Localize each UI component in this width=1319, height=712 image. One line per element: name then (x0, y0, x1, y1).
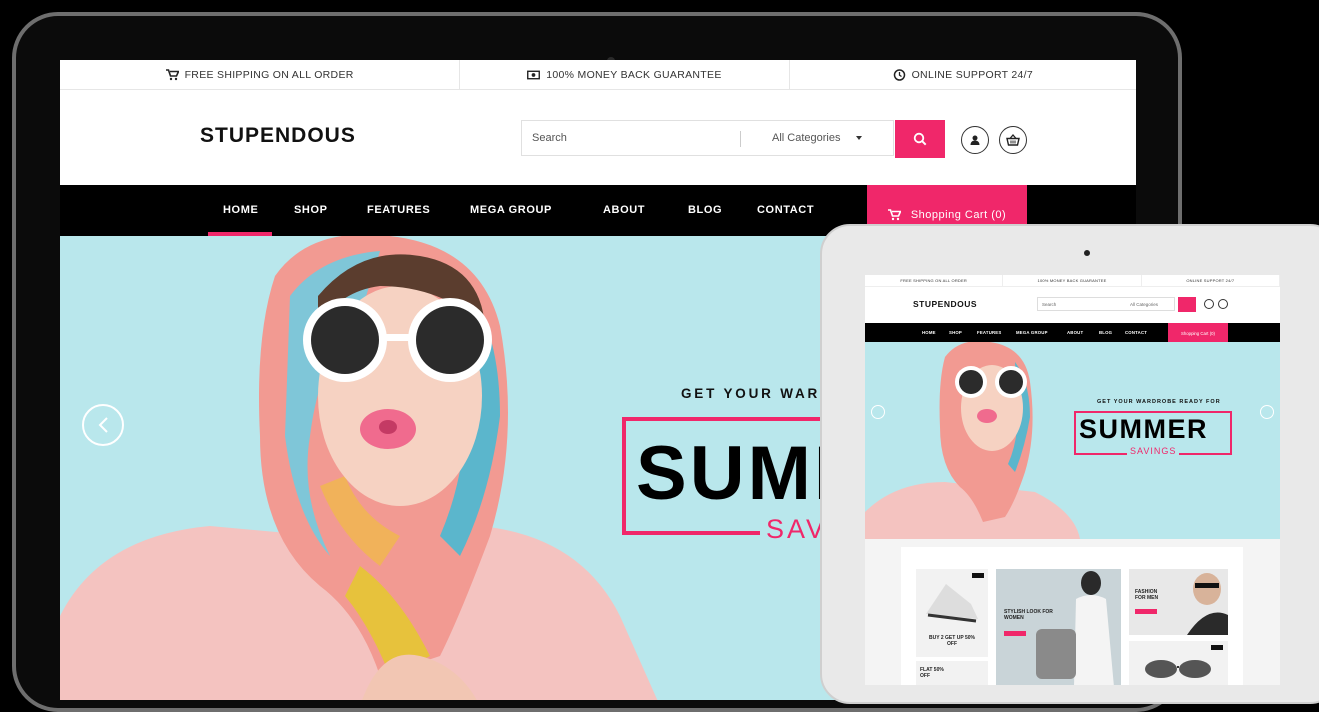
slider-prev-button[interactable] (82, 404, 124, 446)
nav-item-mega-group[interactable]: MEGA GROUP (470, 185, 552, 236)
search-input[interactable] (522, 121, 737, 155)
promo-card-men[interactable]: FASHION FOR MEN (1129, 569, 1228, 635)
tablet-hero-title: SUMMER (1079, 414, 1208, 444)
promo-card-flat-off[interactable]: FLAT 50% OFF (916, 661, 988, 685)
promo-men-button[interactable] (1135, 609, 1157, 614)
tablet-cart-button[interactable]: Shopping Cart (0) (1168, 323, 1228, 344)
tablet-search-placeholder: Search (1042, 302, 1057, 307)
woman-bag-image (1036, 571, 1114, 685)
tablet-promo-section: BUY 2 GET UP 50% OFF STYLISH LOOK FOR WO… (865, 539, 1280, 685)
promo-label-men: FASHION FOR MEN (1135, 589, 1159, 601)
tablet-nav-contact[interactable]: CONTACT (1125, 323, 1147, 342)
man-image (1187, 573, 1228, 635)
shoe-image (926, 584, 978, 623)
promo-badge (1211, 645, 1223, 650)
site-logo[interactable]: STUPENDOUS (200, 124, 356, 148)
nav-item-contact[interactable]: CONTACT (757, 185, 814, 236)
tablet-hero-model-image (865, 342, 1080, 539)
info-shipping-label: FREE SHIPPING ON ALL ORDER (184, 68, 354, 81)
tablet-search-bar[interactable]: Search All Categories (1037, 297, 1175, 311)
tablet-user-icon[interactable] (1204, 299, 1214, 309)
search-separator (740, 131, 741, 147)
promo-card-sunglasses[interactable] (1129, 641, 1228, 685)
info-support: ONLINE SUPPORT 24/7 (790, 60, 1136, 89)
basket-icon (1006, 134, 1020, 146)
nav-item-about[interactable]: ABOUT (603, 185, 645, 236)
tablet-search-button[interactable] (1178, 297, 1196, 312)
promo-label-flat: FLAT 50% OFF (920, 667, 944, 679)
tablet-info-guarantee: 100% MONEY BACK GUARANTEE (1003, 275, 1142, 286)
tablet-category-select[interactable]: All Categories (1130, 302, 1158, 307)
tablet-info-bar: FREE SHIPPING ON ALL ORDER 100% MONEY BA… (865, 275, 1280, 287)
account-button[interactable] (961, 126, 989, 154)
promo-label-shoes: BUY 2 GET UP 50% OFF (929, 635, 975, 647)
tablet-logo[interactable]: STUPENDOUS (913, 299, 977, 309)
money-icon (527, 70, 541, 79)
tablet-nav-shop[interactable]: SHOP (949, 323, 962, 342)
tablet-camera (1084, 250, 1090, 256)
search-icon (913, 132, 927, 146)
info-bar: FREE SHIPPING ON ALL ORDER 100% MONEY BA… (60, 60, 1136, 90)
tablet-hero-subtitle: SAVINGS (1127, 446, 1180, 456)
user-icon (970, 135, 980, 145)
category-select-label: All Categories (772, 132, 841, 144)
chevron-left-icon (98, 417, 108, 433)
tablet-hero-tagline: GET YOUR WARDROBE READY FOR (1097, 399, 1221, 405)
tablet-info-support: ONLINE SUPPORT 24/7 (1142, 275, 1280, 286)
promo-shop-button[interactable] (1004, 631, 1026, 636)
tablet-slider-prev-button[interactable] (871, 405, 885, 419)
nav-item-blog[interactable]: BLOG (688, 185, 722, 236)
cart-icon (887, 209, 901, 221)
tablet-screen: FREE SHIPPING ON ALL ORDER 100% MONEY BA… (865, 275, 1280, 685)
promo-card-shoes[interactable]: BUY 2 GET UP 50% OFF (916, 569, 988, 657)
info-shipping: FREE SHIPPING ON ALL ORDER (60, 60, 461, 89)
basket-button[interactable] (999, 126, 1027, 154)
promo-card-women[interactable]: STYLISH LOOK FOR WOMEN (996, 569, 1121, 685)
clock-icon (893, 68, 905, 81)
search-button[interactable] (895, 120, 945, 158)
nav-item-features[interactable]: FEATURES (367, 185, 430, 236)
promo-label-women: STYLISH LOOK FOR WOMEN (1004, 609, 1053, 621)
tablet-nav-blog[interactable]: BLOG (1099, 323, 1112, 342)
tablet-basket-icon[interactable] (1218, 299, 1228, 309)
category-select[interactable]: All Categories (772, 121, 863, 155)
tablet-info-shipping: FREE SHIPPING ON ALL ORDER (865, 275, 1004, 286)
tablet-nav-about[interactable]: ABOUT (1067, 323, 1083, 342)
info-guarantee: 100% MONEY BACK GUARANTEE (460, 60, 790, 89)
hero-tagline: GET YOUR WARD (681, 386, 833, 401)
tablet-frame: FREE SHIPPING ON ALL ORDER 100% MONEY BA… (820, 224, 1319, 704)
promo-badge (972, 573, 984, 578)
nav-item-shop[interactable]: SHOP (294, 185, 328, 236)
hero-model-image (60, 236, 658, 700)
tablet-nav-home[interactable]: HOME (922, 323, 936, 342)
tablet-slider-next-button[interactable] (1260, 405, 1274, 419)
tablet-promo-panel: BUY 2 GET UP 50% OFF STYLISH LOOK FOR WO… (901, 547, 1243, 685)
search-bar: All Categories (521, 120, 894, 156)
shopping-cart-label: Shopping Cart (0) (910, 209, 1007, 221)
nav-item-home[interactable]: HOME (223, 185, 258, 236)
tablet-nav-mega-group[interactable]: MEGA GROUP (1016, 323, 1048, 342)
tablet-nav-features[interactable]: FEATURES (977, 323, 1001, 342)
cart-icon (165, 68, 179, 80)
tablet-hero: GET YOUR WARDROBE READY FOR SUMMER SAVIN… (865, 342, 1280, 539)
info-guarantee-label: 100% MONEY BACK GUARANTEE (546, 68, 722, 81)
info-support-label: ONLINE SUPPORT 24/7 (911, 68, 1034, 81)
chevron-down-icon (856, 136, 863, 140)
